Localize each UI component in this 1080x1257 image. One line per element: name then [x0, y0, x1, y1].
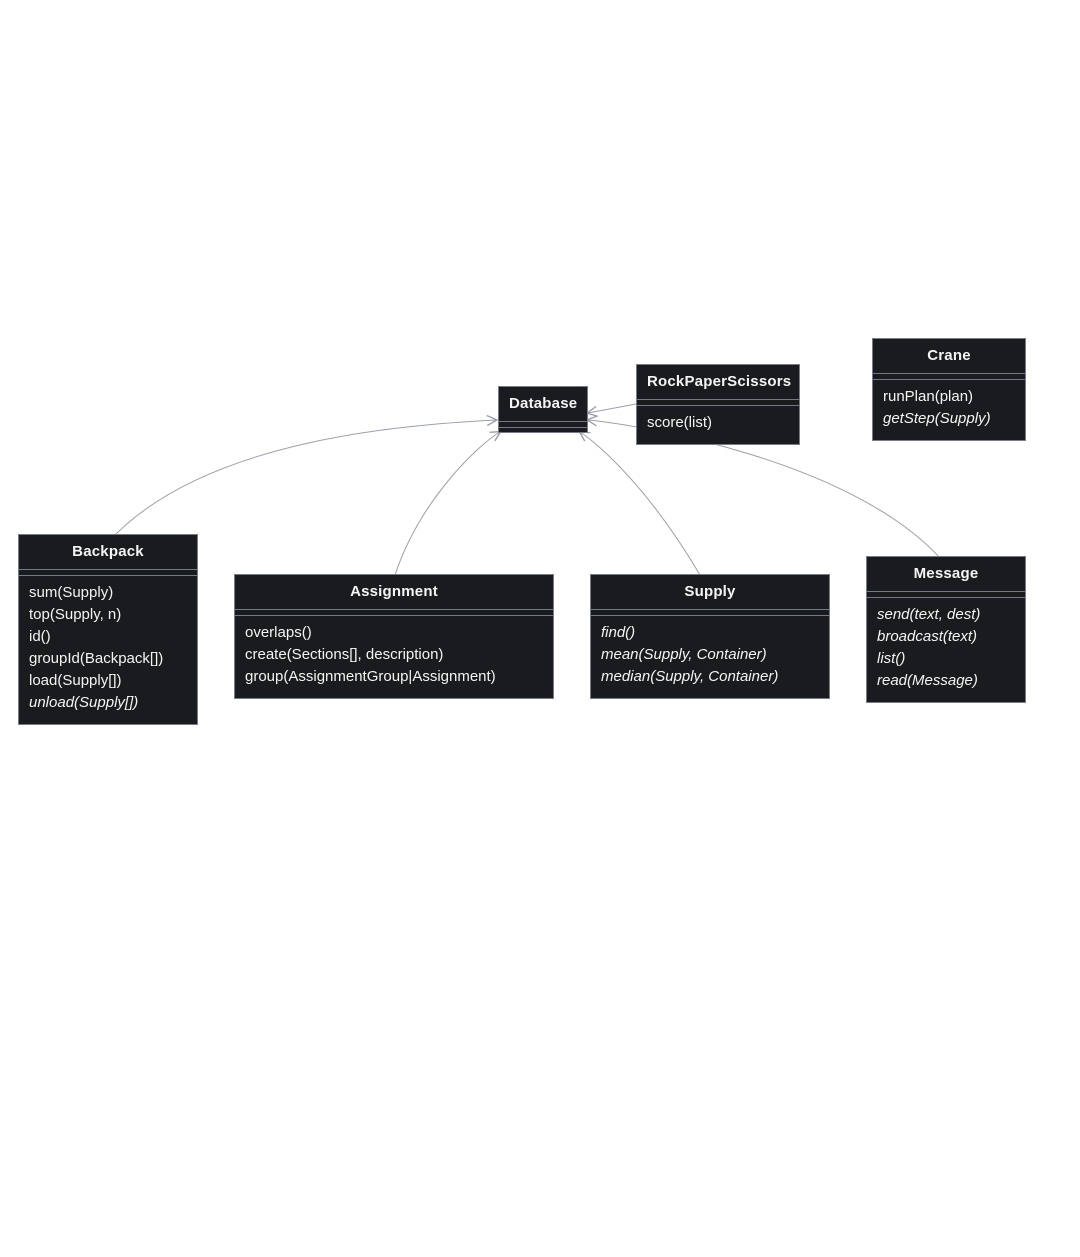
method: group(AssignmentGroup|Assignment) — [245, 666, 543, 688]
class-backpack: Backpack sum(Supply) top(Supply, n) id()… — [18, 534, 198, 725]
method: top(Supply, n) — [29, 604, 187, 626]
class-title: RockPaperScissors — [637, 365, 799, 400]
class-methods: runPlan(plan) getStep(Supply) — [873, 380, 1025, 440]
class-message: Message send(text, dest) broadcast(text)… — [866, 556, 1026, 703]
method: overlaps() — [245, 622, 543, 644]
method: broadcast(text) — [877, 626, 1015, 648]
method: groupId(Backpack[]) — [29, 648, 187, 670]
class-title: Crane — [873, 339, 1025, 374]
class-database: Database — [498, 386, 588, 433]
class-methods: find() mean(Supply, Container) median(Su… — [591, 616, 829, 698]
class-assignment: Assignment overlaps() create(Sections[],… — [234, 574, 554, 699]
class-methods: overlaps() create(Sections[], descriptio… — [235, 616, 553, 698]
class-title: Assignment — [235, 575, 553, 610]
class-methods: score(list) — [637, 406, 799, 444]
method: getStep(Supply) — [883, 408, 1015, 430]
method: read(Message) — [877, 670, 1015, 692]
class-rock-paper-scissors: RockPaperScissors score(list) — [636, 364, 800, 445]
method: list() — [877, 648, 1015, 670]
class-supply: Supply find() mean(Supply, Container) me… — [590, 574, 830, 699]
class-methods: send(text, dest) broadcast(text) list() … — [867, 598, 1025, 702]
class-title: Supply — [591, 575, 829, 610]
method: id() — [29, 626, 187, 648]
method: unload(Supply[]) — [29, 692, 187, 714]
class-methods: sum(Supply) top(Supply, n) id() groupId(… — [19, 576, 197, 724]
class-crane: Crane runPlan(plan) getStep(Supply) — [872, 338, 1026, 441]
class-title: Database — [499, 387, 587, 422]
method: median(Supply, Container) — [601, 666, 819, 688]
method: load(Supply[]) — [29, 670, 187, 692]
method: create(Sections[], description) — [245, 644, 543, 666]
class-title: Backpack — [19, 535, 197, 570]
class-title: Message — [867, 557, 1025, 592]
method: score(list) — [647, 412, 789, 434]
method: runPlan(plan) — [883, 386, 1015, 408]
method: mean(Supply, Container) — [601, 644, 819, 666]
method: find() — [601, 622, 819, 644]
class-methods — [499, 428, 587, 432]
method: sum(Supply) — [29, 582, 187, 604]
method: send(text, dest) — [877, 604, 1015, 626]
